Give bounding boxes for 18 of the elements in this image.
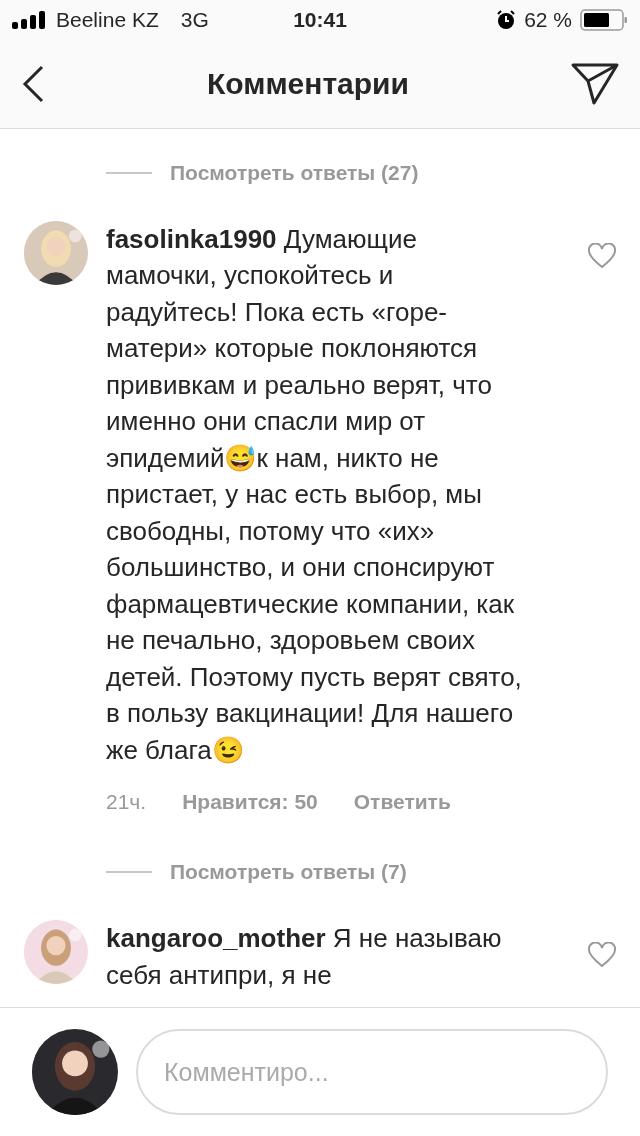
network-type: 3G — [180, 8, 209, 32]
alarm-clock-icon — [496, 10, 517, 30]
signal-icon — [12, 11, 48, 29]
share-button[interactable] — [570, 62, 620, 106]
comment-text: fasolinka1990 Думающие мамочки, успокойтесь и радуйтесь! Пока есть «горе-матери» которые поклоняются прививкам и реально верят, что именно они спасли мир от эпидемий😅к нам, никто не пристает, у нас есть выбор, мы свободны, потому что «их» большинство, и они спонсируют фармацевтические компании, как не печально, здоровьем своих детей. Поэтому пусть верят свято, в пользу вакцинации! Для нашего же блага😉 — [106, 222, 523, 767]
back-button[interactable] — [20, 64, 46, 104]
clock: 10:41 — [293, 8, 347, 32]
view-replies-link[interactable]: Посмотреть ответы (27) — [170, 160, 419, 185]
battery-icon — [580, 9, 628, 31]
likes-count[interactable]: Нравится: 50 — [182, 790, 318, 815]
comment-time: 21ч. — [106, 790, 147, 815]
comment-field[interactable]: Комментиро... — [136, 1029, 608, 1115]
view-replies-link[interactable]: Посмотреть ответы (7) — [170, 860, 407, 885]
reply-link[interactable]: Ответить — [353, 790, 451, 815]
battery-percent: 62 % — [524, 8, 572, 32]
screen-title: Комментарии — [206, 67, 410, 101]
comment-text: kangaroo_mother Я не называю себя антипри, я не — [106, 922, 503, 992]
carrier-name: Beeline KZ — [56, 8, 159, 32]
